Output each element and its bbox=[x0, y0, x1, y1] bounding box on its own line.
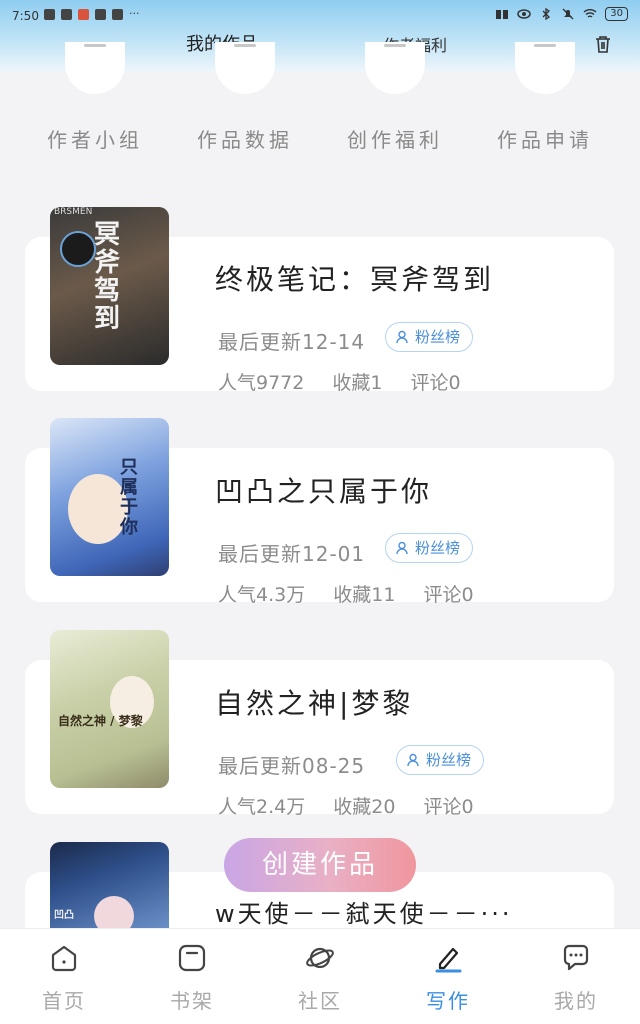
work-title[interactable]: w天使－－弑天使－－··· bbox=[215, 894, 513, 928]
work-cover[interactable]: BRSMEN 冥斧驾到 bbox=[50, 207, 169, 365]
fan-rank-label: 粉丝榜 bbox=[415, 538, 461, 557]
creation-welfare-icon bbox=[365, 42, 425, 94]
quick-action-label: 作品申请 bbox=[497, 128, 593, 152]
pen-icon bbox=[435, 947, 462, 973]
work-last-update: 最后更新12-14 bbox=[218, 330, 366, 354]
book-icon bbox=[496, 10, 509, 19]
work-last-update: 最后更新08-25 bbox=[218, 754, 366, 778]
nav-item-writing[interactable]: 写作 bbox=[384, 929, 512, 1024]
fan-rank-button[interactable]: 粉丝榜 bbox=[396, 745, 485, 775]
cover-portrait bbox=[94, 896, 134, 928]
work-cover[interactable]: 凹凸 bbox=[50, 842, 169, 928]
bluetooth-icon bbox=[542, 8, 551, 20]
work-stats: 人气9772 收藏1 评论0 bbox=[218, 368, 483, 395]
nav-item-bookshelf[interactable]: 书架 bbox=[128, 929, 256, 1024]
favorites-count: 收藏11 bbox=[333, 584, 396, 606]
person-icon bbox=[396, 330, 408, 344]
work-title[interactable]: 凹凸之只属于你 bbox=[215, 470, 432, 510]
app-notification-icon bbox=[61, 9, 72, 20]
popularity-count: 人气4.3万 bbox=[218, 584, 306, 606]
popularity-count: 人气2.4万 bbox=[218, 796, 306, 818]
create-work-button[interactable]: 创建作品 bbox=[224, 838, 416, 892]
fan-rank-label: 粉丝榜 bbox=[415, 327, 461, 346]
person-icon bbox=[407, 753, 419, 767]
cover-portrait bbox=[68, 474, 128, 544]
quick-action-label: 创作福利 bbox=[347, 128, 443, 152]
cover-portrait bbox=[60, 231, 96, 267]
work-title[interactable]: 终极笔记：冥斧驾到 bbox=[215, 258, 494, 298]
work-application-icon bbox=[515, 42, 575, 94]
cover-title: 冥斧驾到 bbox=[94, 220, 121, 334]
nav-label: 首页 bbox=[42, 989, 86, 1013]
status-bar: 7:50 ··· 30 bbox=[0, 0, 640, 28]
mute-icon bbox=[562, 8, 574, 20]
home-icon bbox=[51, 945, 77, 972]
nav-label: 书架 bbox=[170, 989, 214, 1013]
quick-action-label: 作者小组 bbox=[47, 128, 143, 152]
bookshelf-icon bbox=[178, 944, 206, 972]
chat-icon bbox=[563, 944, 589, 971]
fan-rank-button[interactable]: 粉丝榜 bbox=[385, 533, 474, 563]
cover-tag: BRSMEN bbox=[54, 207, 93, 217]
quick-actions: 作者小组 作品数据 创作福利 作品申请 bbox=[0, 42, 640, 162]
work-last-update: 最后更新12-01 bbox=[218, 542, 366, 566]
app-notification-icon bbox=[112, 9, 123, 20]
status-system-icons: 30 bbox=[495, 7, 628, 21]
nav-label: 我的 bbox=[554, 989, 598, 1013]
author-group-icon bbox=[65, 42, 125, 94]
work-cover[interactable]: 只属于你 bbox=[50, 418, 169, 576]
app-notification-icon bbox=[44, 9, 55, 20]
cover-title: 凹凸 bbox=[54, 910, 74, 921]
cover-title: 只属于你 bbox=[120, 457, 138, 538]
status-time: 7:50 bbox=[12, 9, 39, 23]
cover-title: 自然之神 / 梦黎 bbox=[58, 714, 143, 728]
work-cover[interactable]: 自然之神 / 梦黎 bbox=[50, 630, 169, 788]
work-title[interactable]: 自然之神|梦黎 bbox=[215, 682, 413, 722]
favorites-count: 收藏20 bbox=[333, 796, 396, 818]
battery-indicator: 30 bbox=[605, 7, 628, 21]
wifi-icon bbox=[583, 9, 597, 18]
planet-icon bbox=[306, 947, 334, 969]
nav-label: 写作 bbox=[426, 989, 470, 1013]
app-notification-icon bbox=[78, 9, 89, 20]
status-notification-icons: ··· bbox=[44, 7, 140, 20]
nav-item-community[interactable]: 社区 bbox=[256, 929, 384, 1024]
comments-count: 评论0 bbox=[423, 584, 474, 606]
popularity-count: 人气9772 bbox=[218, 372, 305, 394]
more-notifications-icon: ··· bbox=[129, 7, 140, 20]
work-stats: 人气4.3万 收藏11 评论0 bbox=[218, 580, 496, 607]
quick-action-label: 作品数据 bbox=[197, 128, 293, 152]
work-data-icon bbox=[215, 42, 275, 94]
bottom-nav: 首页 书架 社区 写作 我的 bbox=[0, 928, 640, 1024]
nav-label: 社区 bbox=[298, 989, 342, 1013]
nav-item-home[interactable]: 首页 bbox=[0, 929, 128, 1024]
app-notification-icon bbox=[95, 9, 106, 20]
comments-count: 评论0 bbox=[410, 372, 461, 394]
fan-rank-label: 粉丝榜 bbox=[426, 750, 472, 769]
work-stats: 人气2.4万 收藏20 评论0 bbox=[218, 792, 496, 819]
eye-icon bbox=[517, 9, 532, 19]
nav-item-mine[interactable]: 我的 bbox=[512, 929, 640, 1024]
person-icon bbox=[396, 541, 408, 555]
comments-count: 评论0 bbox=[423, 796, 474, 818]
trash-icon[interactable] bbox=[594, 34, 612, 54]
fan-rank-button[interactable]: 粉丝榜 bbox=[385, 322, 474, 352]
favorites-count: 收藏1 bbox=[332, 372, 383, 394]
